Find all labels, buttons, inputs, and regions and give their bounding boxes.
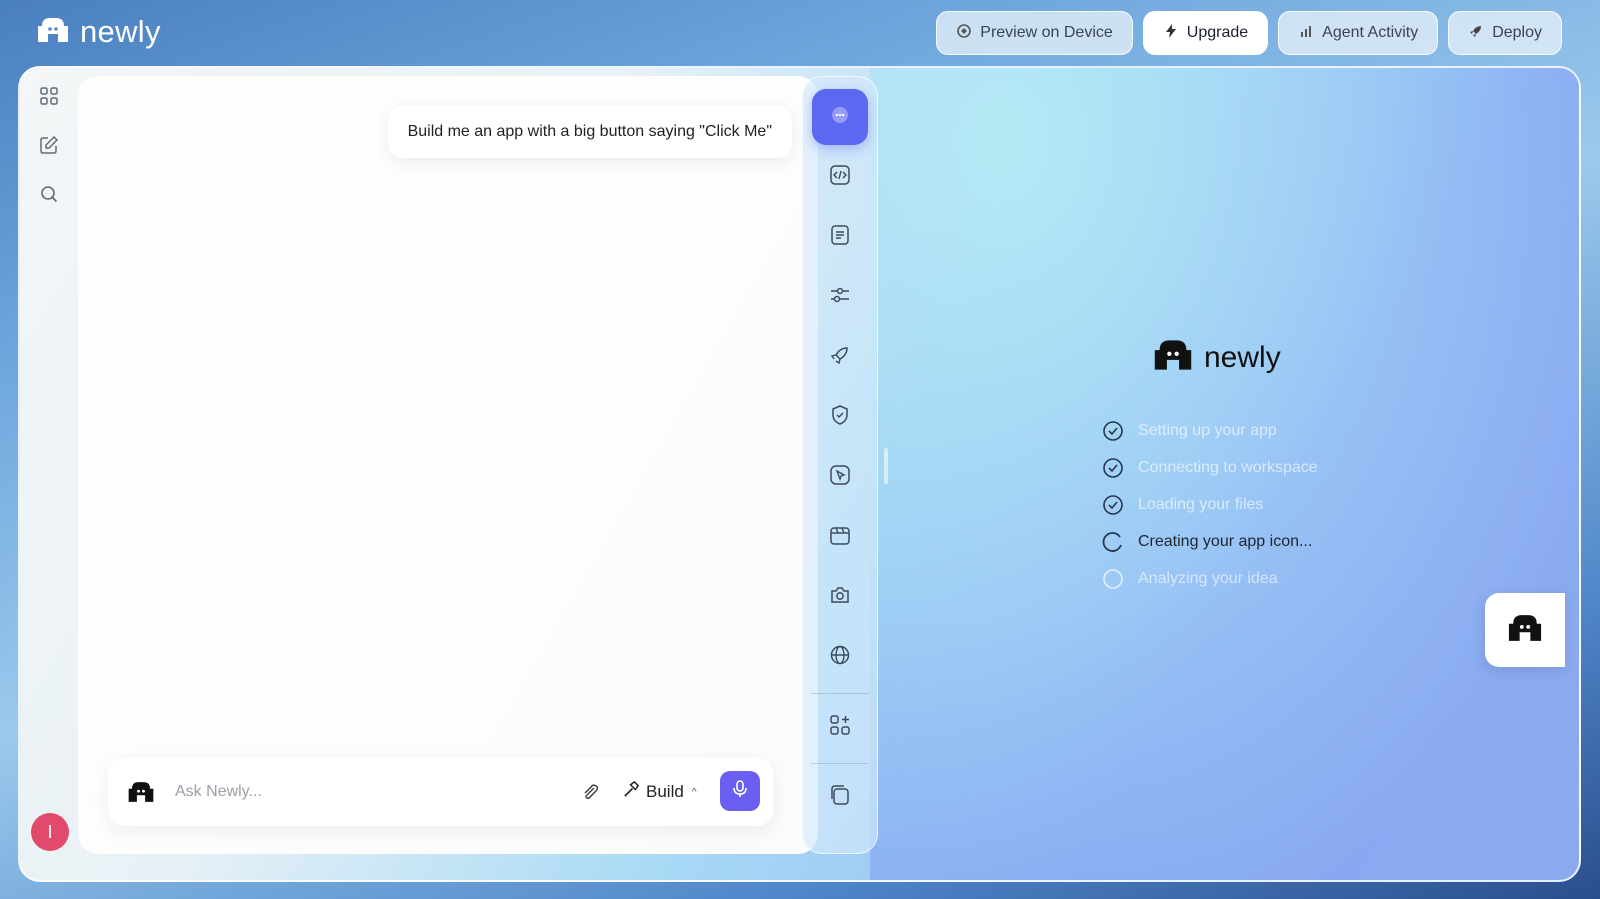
clapperboard-icon xyxy=(829,524,851,551)
empty-circle-icon xyxy=(1102,568,1124,590)
grid-icon[interactable] xyxy=(39,86,59,106)
composer: Build ^ xyxy=(108,758,773,826)
progress-steps: Setting up your app Connecting to worksp… xyxy=(1102,412,1318,597)
edit-icon[interactable] xyxy=(39,135,59,155)
newly-logo-icon xyxy=(36,16,70,49)
copy-icon xyxy=(829,784,851,811)
divider xyxy=(811,693,869,694)
top-actions: Preview on Device Upgrade Agent Activity… xyxy=(936,11,1562,55)
step-item: Setting up your app xyxy=(1102,412,1318,449)
avatar[interactable]: I xyxy=(31,813,69,851)
chat-panel: Build me an app with a big button saying… xyxy=(78,76,818,854)
step-label: Creating your app icon... xyxy=(1138,532,1313,550)
tool-chat[interactable] xyxy=(812,89,868,145)
shield-icon xyxy=(829,404,851,431)
chat-icon xyxy=(829,104,851,131)
floating-assistant-button[interactable] xyxy=(1485,593,1565,667)
status-brand-name: newly xyxy=(1204,340,1281,374)
microphone-icon xyxy=(730,779,750,804)
step-label: Loading your files xyxy=(1138,495,1264,513)
search-icon[interactable] xyxy=(39,184,59,204)
tool-copy[interactable] xyxy=(812,769,868,825)
tool-web[interactable] xyxy=(812,629,868,685)
status-brand: newly xyxy=(1152,338,1281,377)
settings-sliders-icon xyxy=(829,284,851,311)
chevron-up-icon: ^ xyxy=(691,786,697,798)
tool-select[interactable] xyxy=(812,449,868,505)
step-item: Connecting to workspace xyxy=(1102,449,1318,486)
user-message-bubble: Build me an app with a big button saying… xyxy=(387,106,792,158)
step-item: Analyzing your idea xyxy=(1102,560,1318,597)
document-icon xyxy=(829,224,851,251)
upgrade-button[interactable]: Upgrade xyxy=(1142,11,1269,55)
top-bar: newly Preview on Device Upgrade Agent Ac… xyxy=(0,0,1600,66)
tool-deploy[interactable] xyxy=(812,329,868,385)
bar-chart-icon xyxy=(1298,23,1314,44)
spinner-icon xyxy=(1102,531,1124,553)
divider xyxy=(811,763,869,764)
step-label: Connecting to workspace xyxy=(1138,458,1318,476)
check-circle-icon xyxy=(1102,420,1124,442)
globe-icon xyxy=(829,644,851,671)
check-circle-icon xyxy=(1102,457,1124,479)
bolt-icon xyxy=(1163,23,1179,44)
deploy-label: Deploy xyxy=(1492,24,1542,41)
microphone-button[interactable] xyxy=(720,771,760,811)
camera-icon xyxy=(829,584,851,611)
panel-resize-handle[interactable] xyxy=(884,448,888,484)
agent-activity-button[interactable]: Agent Activity xyxy=(1278,11,1439,55)
step-label: Analyzing your idea xyxy=(1138,569,1278,587)
upgrade-label: Upgrade xyxy=(1186,24,1249,41)
step-label: Setting up your app xyxy=(1138,421,1277,439)
brand-name: newly xyxy=(80,14,161,49)
check-circle-icon xyxy=(1102,494,1124,516)
step-item: Loading your files xyxy=(1102,486,1318,523)
tool-settings[interactable] xyxy=(812,269,868,325)
newly-logo-icon xyxy=(127,780,155,804)
paperclip-icon[interactable] xyxy=(580,782,600,802)
code-icon xyxy=(829,164,851,191)
build-label: Build xyxy=(646,782,684,801)
hammer-icon xyxy=(622,780,641,804)
preview-on-device-button[interactable]: Preview on Device xyxy=(936,11,1133,55)
agent-activity-label: Agent Activity xyxy=(1322,24,1419,41)
build-mode-button[interactable]: Build ^ xyxy=(622,780,697,804)
preview-on-device-label: Preview on Device xyxy=(980,24,1113,41)
left-rail: I xyxy=(20,68,78,880)
tool-add-app[interactable] xyxy=(812,699,868,755)
deploy-button[interactable]: Deploy xyxy=(1448,11,1562,55)
tool-document[interactable] xyxy=(812,209,868,265)
tool-media[interactable] xyxy=(812,509,868,565)
rocket-icon xyxy=(829,344,851,371)
tool-security[interactable] xyxy=(812,389,868,445)
newly-logo-icon xyxy=(1152,338,1194,377)
newly-logo-icon xyxy=(1506,613,1544,648)
tool-rail xyxy=(802,76,878,854)
ask-input[interactable] xyxy=(175,778,555,806)
tool-camera[interactable] xyxy=(812,569,868,625)
device-preview-icon xyxy=(956,23,972,44)
brand[interactable]: newly xyxy=(36,14,161,50)
apps-add-icon xyxy=(829,714,851,741)
workspace-frame: I Build me an app with a big button sayi… xyxy=(18,66,1581,882)
rocket-icon xyxy=(1468,23,1484,44)
tool-code[interactable] xyxy=(812,149,868,205)
step-item: Creating your app icon... xyxy=(1102,523,1318,560)
cursor-click-icon xyxy=(829,464,851,491)
